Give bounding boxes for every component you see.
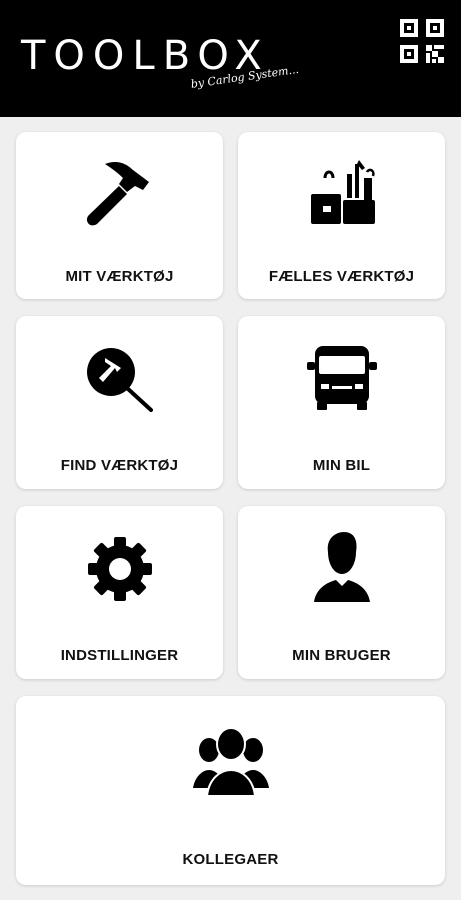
gear-icon (87, 536, 153, 607)
group-icon (191, 724, 271, 801)
tile-shared-tools[interactable]: FÆLLES VÆRKTØJ (238, 132, 445, 299)
app-logo: TOOLBOX (21, 33, 270, 79)
qr-code-icon[interactable] (400, 19, 444, 63)
search-hammer-icon (83, 344, 157, 419)
tile-label: FIND VÆRKTØJ (60, 457, 179, 474)
tile-my-car[interactable]: MIN BIL (238, 316, 445, 489)
tile-label: FÆLLES VÆRKTØJ (268, 268, 415, 285)
tile-colleagues[interactable]: KOLLEGAER (16, 696, 445, 885)
tile-label: INDSTILLINGER (60, 647, 179, 664)
tile-find-tools[interactable]: FIND VÆRKTØJ (16, 316, 223, 489)
van-icon (306, 342, 377, 417)
tile-my-user[interactable]: MIN BRUGER (238, 506, 445, 679)
user-icon (310, 530, 374, 609)
tile-label: KOLLEGAER (182, 851, 279, 868)
toolbox-icon (307, 158, 377, 231)
tile-label: MIT VÆRKTØJ (65, 268, 174, 285)
app-header: TOOLBOX by Carlog System... (0, 0, 461, 117)
tile-label: MIN BRUGER (292, 647, 391, 664)
tile-my-tools[interactable]: MIT VÆRKTØJ (16, 132, 223, 299)
tile-label: MIN BIL (312, 457, 371, 474)
tile-settings[interactable]: INDSTILLINGER (16, 506, 223, 679)
hammer-icon (85, 160, 155, 231)
